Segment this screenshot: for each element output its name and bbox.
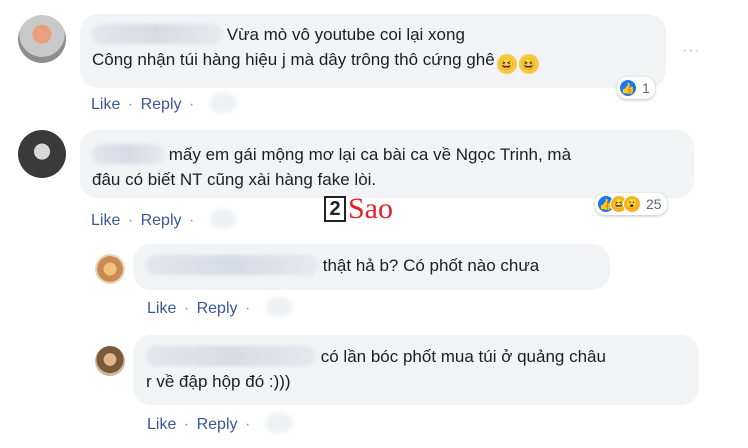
laughing-emoji-icon: 😆 — [496, 54, 517, 74]
reaction-count: 1 — [642, 80, 650, 96]
comment-text: đâu có biết NT cũng xài hàng fake lòi. — [92, 170, 377, 189]
like-reaction-icon: 👍 — [619, 79, 637, 97]
watermark-logo: 2 Sao — [324, 192, 393, 226]
timestamp[interactable] — [265, 297, 292, 317]
reaction-summary[interactable]: 👍 😆 😮 25 — [595, 193, 667, 215]
commenter-name[interactable] — [92, 24, 222, 44]
comment-text: mấy em gái mộng mơ lại ca bài ca về Ngọc… — [168, 145, 572, 164]
reply-button[interactable]: Reply — [141, 96, 182, 113]
commenter-name[interactable] — [92, 144, 164, 164]
avatar[interactable] — [18, 15, 66, 63]
commenter-name[interactable] — [146, 346, 316, 366]
avatar[interactable] — [95, 254, 125, 284]
timestamp[interactable] — [209, 209, 236, 229]
comment-text: Công nhận túi hàng hiệu j mà dây trông t… — [92, 50, 495, 69]
reaction-count: 25 — [646, 196, 662, 212]
avatar[interactable] — [18, 130, 66, 178]
timestamp[interactable] — [265, 413, 292, 433]
reaction-summary[interactable]: 👍 1 — [617, 77, 655, 99]
wow-reaction-icon: 😮 — [623, 195, 641, 213]
like-button[interactable]: Like — [147, 300, 176, 317]
avatar[interactable] — [95, 346, 125, 376]
like-button[interactable]: Like — [91, 96, 120, 113]
comment-text: thật hả b? Có phốt nào chưa — [322, 256, 540, 275]
reply-button[interactable]: Reply — [141, 212, 182, 229]
commenter-name[interactable] — [146, 255, 318, 275]
reply-button[interactable]: Reply — [197, 300, 238, 317]
timestamp[interactable] — [209, 93, 236, 113]
comment-text: có lần bóc phốt mua túi ở quảng châu — [320, 347, 606, 366]
more-options-icon[interactable]: ··· — [682, 42, 701, 60]
like-button[interactable]: Like — [147, 416, 176, 433]
comment-text: r về đập hộp đó :))) — [146, 372, 291, 391]
laughing-emoji-icon: 😆 — [518, 54, 539, 74]
reply-button[interactable]: Reply — [197, 416, 238, 433]
comment-text: Vừa mò vô youtube coi lại xong — [226, 25, 465, 44]
like-button[interactable]: Like — [91, 212, 120, 229]
